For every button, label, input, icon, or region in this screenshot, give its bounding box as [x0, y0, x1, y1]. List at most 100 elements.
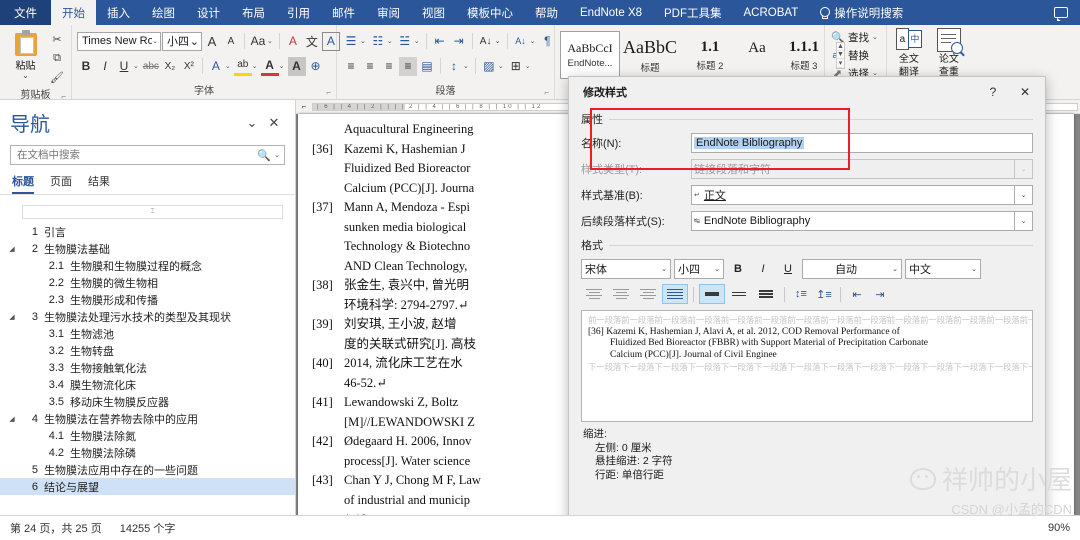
scroll-up-icon[interactable]: ▲: [837, 43, 844, 51]
sort-icon[interactable]: A↓: [512, 32, 530, 51]
chevron-down-icon[interactable]: ⌄: [22, 72, 29, 80]
clear-formatting-icon[interactable]: A: [284, 32, 302, 51]
nav-heading-3-4[interactable]: 3.4 膜生物流化床: [0, 376, 295, 393]
tab-home[interactable]: 开始: [51, 0, 96, 25]
single-spacing-button[interactable]: [699, 284, 725, 304]
more-styles-icon[interactable]: ▾: [837, 59, 844, 68]
tab-mailings[interactable]: 邮件: [321, 0, 366, 25]
strikethrough-icon[interactable]: abc: [142, 57, 160, 76]
tab-draw[interactable]: 绘图: [141, 0, 186, 25]
numbering-icon[interactable]: ☷: [369, 32, 387, 51]
justify-icon[interactable]: ≡: [399, 56, 417, 76]
nav-heading-3-1[interactable]: 3.1 生物滤池: [0, 325, 295, 342]
nav-heading-3-2[interactable]: 3.2 生物转盘: [0, 342, 295, 359]
format-font-combo[interactable]: 宋体 ⌄: [581, 259, 671, 279]
shading-icon[interactable]: ▨: [480, 57, 498, 76]
change-case-icon[interactable]: Aa: [249, 32, 267, 51]
one-point-five-spacing-button[interactable]: [726, 284, 752, 304]
tab-review[interactable]: 审阅: [366, 0, 411, 25]
paragraph-dialog-launcher[interactable]: ⌐: [544, 88, 549, 97]
nav-heading-3-5[interactable]: 3.5 移动床生物膜反应器: [0, 393, 295, 410]
shrink-font-icon[interactable]: A: [222, 32, 240, 51]
font-color-icon[interactable]: A: [260, 57, 279, 76]
nav-tab-pages[interactable]: 页面: [50, 173, 72, 194]
format-color-combo[interactable]: 自动 ⌄: [802, 259, 902, 279]
multilevel-list-icon[interactable]: ☱: [396, 32, 414, 51]
collapse-triangle-icon[interactable]: ◢: [6, 415, 18, 423]
help-icon[interactable]: ?: [977, 79, 1009, 105]
word-count[interactable]: 14255 个字: [120, 520, 176, 536]
nav-tab-results[interactable]: 结果: [88, 173, 110, 194]
phonetic-guide-icon[interactable]: 文: [303, 32, 321, 51]
style-item-heading1[interactable]: AaBbC 标题: [620, 31, 680, 79]
align-center-button[interactable]: [608, 284, 634, 304]
style-gallery-scroller[interactable]: ▲ ▼ ▾: [836, 41, 845, 69]
tab-view[interactable]: 视图: [411, 0, 456, 25]
comment-icon[interactable]: [1054, 7, 1068, 21]
nav-heading-4-2[interactable]: 4.2 生物膜法除磷: [0, 444, 295, 461]
tab-file[interactable]: 文件: [0, 0, 51, 25]
nav-heading-2[interactable]: ◢ 2 生物膜法基础: [0, 240, 295, 257]
nav-heading-1[interactable]: 1 引言: [0, 223, 295, 240]
cut-icon[interactable]: ✂: [48, 30, 66, 48]
align-right-button[interactable]: [635, 284, 661, 304]
decrease-indent-icon[interactable]: ⇤: [431, 32, 449, 51]
format-size-combo[interactable]: 小四 ⌄: [674, 259, 724, 279]
tab-design[interactable]: 设计: [186, 0, 231, 25]
increase-space-before-icon[interactable]: ↕≡: [790, 284, 812, 304]
nav-heading-2-1[interactable]: 2.1 生物膜和生物膜过程的概念: [0, 257, 295, 274]
format-underline-button[interactable]: U: [777, 259, 799, 279]
double-spacing-button[interactable]: [753, 284, 779, 304]
next-style-input[interactable]: ↹ EndNote Bibliography: [691, 211, 1015, 231]
italic-icon[interactable]: I: [96, 57, 114, 76]
style-item-heading3[interactable]: 1.1.1 标题 3: [774, 31, 834, 79]
tell-me-search[interactable]: 操作说明搜索: [809, 0, 913, 25]
tab-template-center[interactable]: 模板中心: [456, 0, 524, 25]
search-icon[interactable]: 🔍: [257, 149, 271, 162]
navigation-search-box[interactable]: 🔍 ⌄: [10, 145, 285, 165]
chevron-down-icon[interactable]: ⌄: [872, 33, 878, 41]
distribute-icon[interactable]: ▤: [418, 57, 436, 76]
copy-icon[interactable]: ⧉: [48, 49, 66, 67]
decrease-indent-button[interactable]: ⇤: [846, 284, 868, 304]
chevron-down-icon[interactable]: ⌄: [241, 113, 263, 133]
style-base-dropdown-icon[interactable]: ⌄: [1015, 185, 1033, 205]
highlight-color-icon[interactable]: ab: [233, 57, 252, 76]
align-center-icon[interactable]: ≡: [361, 57, 379, 76]
tab-endnote-x8[interactable]: EndNote X8: [569, 0, 653, 25]
bullets-icon[interactable]: ☰: [342, 32, 360, 51]
nav-heading-2-2[interactable]: 2.2 生物膜的微生物相: [0, 274, 295, 291]
nav-heading-5[interactable]: 5 生物膜法应用中存在的一些问题: [0, 461, 295, 478]
close-icon[interactable]: ✕: [1009, 79, 1041, 105]
enclose-characters-icon[interactable]: ⊕: [307, 57, 325, 76]
borders-icon[interactable]: ⊞: [507, 57, 525, 76]
grow-font-icon[interactable]: A: [203, 32, 221, 51]
increase-indent-button[interactable]: ⇥: [869, 284, 891, 304]
tab-acrobat[interactable]: ACROBAT: [733, 0, 810, 25]
format-painter-icon[interactable]: 🖌: [48, 68, 66, 86]
style-item-heading2[interactable]: 1.1 标题 2: [680, 31, 740, 79]
asian-layout-icon[interactable]: A↓: [477, 32, 495, 51]
superscript-icon[interactable]: X²: [180, 57, 198, 76]
dialog-title-bar[interactable]: 修改样式 ? ✕: [569, 77, 1045, 107]
style-base-input[interactable]: ↵ 正文: [691, 185, 1015, 205]
align-right-icon[interactable]: ≡: [380, 57, 398, 76]
format-bold-button[interactable]: B: [727, 259, 749, 279]
style-name-input[interactable]: EndNote Bibliography: [691, 133, 1033, 153]
text-effects-icon[interactable]: A: [207, 57, 225, 76]
show-formatting-marks-icon[interactable]: ¶: [538, 32, 556, 51]
nav-heading-6[interactable]: 6 结论与展望: [0, 478, 295, 495]
format-italic-button[interactable]: I: [752, 259, 774, 279]
nav-heading-4[interactable]: ◢ 4 生物膜法在营养物去除中的应用: [0, 410, 295, 427]
nav-tab-headings[interactable]: 标题: [12, 173, 34, 194]
font-size-combo[interactable]: 小四 ⌄: [162, 31, 202, 51]
align-left-button[interactable]: [581, 284, 607, 304]
font-name-combo[interactable]: Times New Ron ⌄: [77, 31, 161, 51]
close-icon[interactable]: ✕: [263, 113, 285, 133]
bold-icon[interactable]: B: [77, 57, 95, 76]
navigation-placeholder-row[interactable]: ⌶: [22, 205, 283, 219]
underline-icon[interactable]: U: [115, 57, 133, 76]
subscript-icon[interactable]: X₂: [161, 57, 179, 76]
next-style-dropdown-icon[interactable]: ⌄: [1015, 211, 1033, 231]
tab-references[interactable]: 引用: [276, 0, 321, 25]
